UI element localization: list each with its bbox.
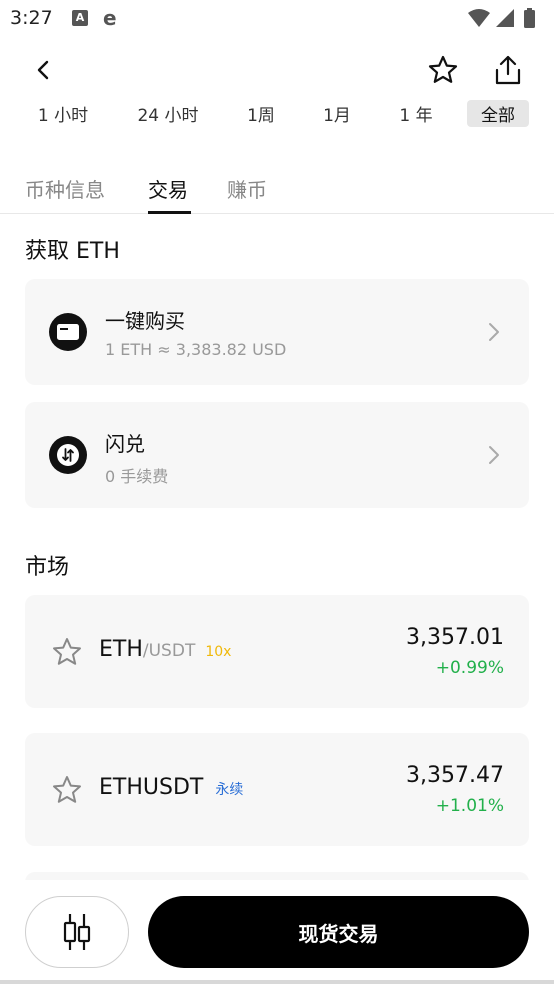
range-tab-1y[interactable]: 1 年 bbox=[392, 100, 440, 127]
market-row-spot[interactable]: ETH/USDT 10x 3,357.01 +0.99% bbox=[25, 595, 529, 708]
star-outline-icon[interactable] bbox=[51, 636, 83, 668]
buy-card-title: 一键购买 bbox=[105, 309, 185, 333]
market-section-title: 市场 bbox=[25, 555, 70, 580]
acquire-section-title: 获取 ETH bbox=[25, 239, 120, 264]
swap-card-title: 闪兑 bbox=[105, 432, 145, 456]
bottom-action-bar: 现货交易 bbox=[0, 880, 554, 984]
chevron-right-icon bbox=[489, 446, 499, 464]
range-tab-24h[interactable]: 24 小时 bbox=[128, 100, 208, 127]
market-change: +1.01% bbox=[435, 796, 504, 816]
favorite-button[interactable] bbox=[421, 48, 465, 92]
star-outline-icon bbox=[428, 55, 458, 83]
perpetual-badge: 永续 bbox=[215, 782, 244, 798]
browser-icon: e bbox=[103, 6, 117, 30]
tab-trade[interactable]: 交易 bbox=[148, 174, 188, 203]
range-tab-1m[interactable]: 1月 bbox=[314, 100, 360, 127]
time-range-tabs: 1 小时 24 小时 1周 1月 1 年 全部 bbox=[0, 98, 554, 130]
range-tab-1w[interactable]: 1周 bbox=[238, 100, 284, 127]
market-quote: /USDT bbox=[142, 641, 196, 661]
swap-card[interactable]: 闪兑 0 手续费 bbox=[25, 402, 529, 508]
main-tabs: 币种信息 交易 赚币 bbox=[0, 168, 554, 214]
swap-icon bbox=[49, 436, 87, 474]
tab-earn[interactable]: 赚币 bbox=[227, 174, 267, 203]
range-tab-all[interactable]: 全部 bbox=[467, 100, 529, 127]
share-button[interactable] bbox=[486, 48, 530, 92]
buy-card-subtitle: 1 ETH ≈ 3,383.82 USD bbox=[105, 340, 287, 359]
share-icon bbox=[495, 55, 521, 85]
market-price: 3,357.01 bbox=[406, 625, 504, 650]
card-icon bbox=[49, 313, 87, 351]
battery-icon bbox=[524, 10, 535, 28]
back-button[interactable] bbox=[22, 48, 66, 92]
a-app-icon: A bbox=[72, 10, 88, 26]
wifi-icon bbox=[468, 9, 490, 27]
candlestick-icon bbox=[63, 914, 91, 950]
star-outline-icon[interactable] bbox=[51, 774, 83, 806]
chart-button[interactable] bbox=[25, 896, 129, 968]
tab-coin-info[interactable]: 币种信息 bbox=[25, 174, 105, 203]
market-base: ETHUSDT bbox=[99, 775, 204, 800]
range-tab-1h[interactable]: 1 小时 bbox=[30, 100, 96, 127]
spot-trade-button[interactable]: 现货交易 bbox=[148, 896, 529, 968]
status-bar: 3:27 A e bbox=[0, 0, 554, 38]
market-symbol: ETH/USDT 10x bbox=[99, 637, 231, 662]
swap-card-subtitle: 0 手续费 bbox=[105, 467, 169, 486]
back-arrow-icon bbox=[37, 60, 49, 80]
market-row-perpetual[interactable]: ETHUSDT 永续 3,357.47 +1.01% bbox=[25, 733, 529, 846]
buy-card[interactable]: 一键购买 1 ETH ≈ 3,383.82 USD bbox=[25, 279, 529, 385]
market-price: 3,357.47 bbox=[406, 763, 504, 788]
active-tab-indicator bbox=[148, 211, 191, 214]
leverage-badge: 10x bbox=[205, 644, 232, 660]
market-change: +0.99% bbox=[435, 658, 504, 678]
chevron-right-icon bbox=[489, 323, 499, 341]
market-base: ETH bbox=[99, 637, 143, 662]
status-time: 3:27 bbox=[10, 7, 53, 29]
market-symbol: ETHUSDT 永续 bbox=[99, 775, 243, 800]
signal-icon bbox=[496, 9, 514, 27]
system-status-icons bbox=[468, 8, 535, 28]
nav-bar bbox=[0, 48, 554, 98]
home-indicator bbox=[0, 980, 554, 984]
